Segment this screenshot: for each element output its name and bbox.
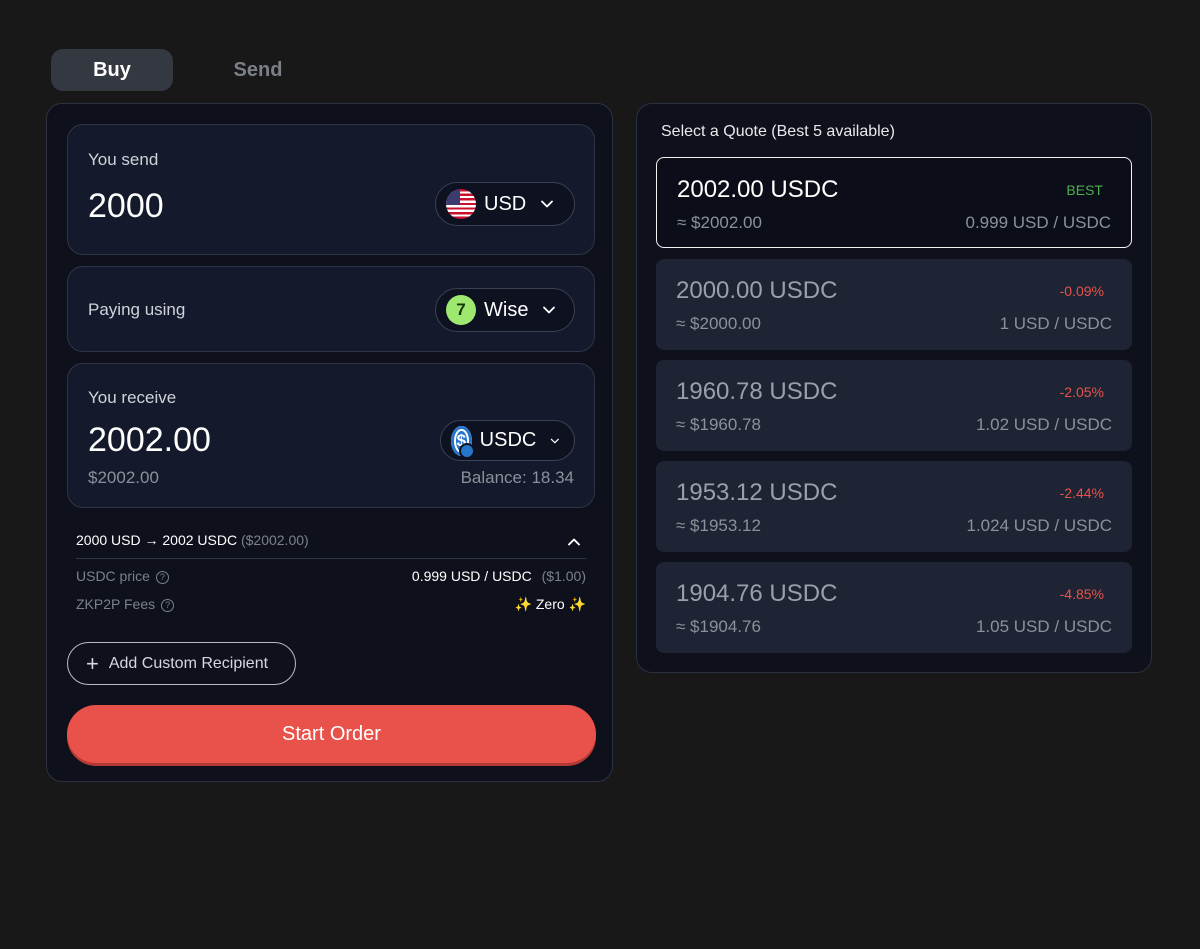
receive-amount: 2002.00 [88, 421, 211, 459]
send-box: You send 2000 USD [67, 124, 595, 255]
conversion-summary-usd: ($2002.00) [240, 532, 309, 548]
quote-card[interactable]: 1960.78 USDC -2.05% ≈ $1960.78 1.02 USD … [656, 360, 1132, 451]
details-toggle[interactable]: 2000 USD → 2002 USDC ($2002.00) [76, 532, 586, 559]
quote-amount: 2000.00 USDC [676, 277, 838, 304]
receive-currency-label: USDC [479, 429, 537, 451]
send-amount-input[interactable]: 2000 [88, 187, 164, 226]
quote-rate: 1 USD / USDC [999, 314, 1112, 333]
quote-rate: 0.999 USD / USDC [965, 213, 1112, 232]
quote-amount: 2002.00 USDC [677, 176, 839, 203]
quote-card[interactable]: 2002.00 USDC BEST ≈ $2002.00 0.999 USD /… [656, 157, 1132, 248]
fees-label: ZKP2P Fees [76, 596, 156, 612]
quote-badge: -4.85% [1059, 586, 1104, 602]
start-order-button[interactable]: Start Order [67, 705, 596, 763]
payment-box: Paying using 7 Wise [67, 266, 595, 352]
tab-send[interactable]: Send [197, 49, 319, 91]
quote-badge: BEST [1066, 182, 1103, 198]
quote-amount: 1953.12 USDC [676, 479, 838, 506]
plus-icon: + [86, 650, 99, 676]
quote-rate: 1.02 USD / USDC [975, 415, 1112, 434]
usdc-price-usd: ($1.00) [541, 568, 586, 584]
quote-card[interactable]: 1953.12 USDC -2.44% ≈ $1953.12 1.024 USD… [656, 461, 1132, 552]
chevron-up-icon[interactable] [566, 534, 582, 550]
order-panel: You send 2000 USD Paying using 7 Wise Yo… [46, 103, 613, 782]
fees-value: ✨ Zero ✨ [514, 596, 586, 612]
quote-usd: ≈ $1904.76 [676, 617, 761, 636]
quote-usd: ≈ $2000.00 [676, 314, 761, 333]
info-icon[interactable]: ? [155, 570, 169, 584]
quote-rate: 1.05 USD / USDC [975, 617, 1112, 636]
usdc-price-row: USDC price? 0.999 USD / USDC ($1.00) [76, 568, 586, 584]
quotes-panel: Select a Quote (Best 5 available) 2002.0… [636, 103, 1152, 673]
quote-badge: -2.44% [1059, 485, 1104, 501]
receive-label: You receive [88, 388, 177, 407]
wise-icon: 7 [446, 295, 476, 325]
quote-amount: 1960.78 USDC [676, 378, 838, 405]
quote-badge: -2.05% [1059, 384, 1104, 400]
quote-badge: -0.09% [1059, 283, 1104, 299]
quote-usd: ≈ $1960.78 [676, 415, 761, 434]
mode-tabs: Buy Send [51, 49, 343, 91]
chevron-down-icon [543, 306, 556, 314]
quotes-title: Select a Quote (Best 5 available) [661, 123, 895, 140]
quote-card[interactable]: 2000.00 USDC -0.09% ≈ $2000.00 1 USD / U… [656, 259, 1132, 350]
info-icon[interactable]: ? [161, 598, 175, 612]
quote-rate: 1.024 USD / USDC [966, 516, 1113, 535]
payment-label: Paying using [88, 300, 186, 319]
usdc-price-label: USDC price [76, 568, 150, 584]
quote-usd: ≈ $1953.12 [676, 516, 761, 535]
chevron-down-icon [541, 200, 554, 208]
fees-row: ZKP2P Fees? ✨ Zero ✨ [76, 596, 586, 612]
quote-usd: ≈ $2002.00 [677, 213, 762, 232]
chevron-down-icon [551, 438, 560, 443]
balance-text: Balance: 18.34 [460, 468, 574, 487]
send-currency-selector[interactable]: USD [435, 182, 575, 226]
usdc-icon: $ [451, 425, 475, 459]
add-custom-recipient-button[interactable]: + Add Custom Recipient [67, 642, 296, 685]
quote-amount: 1904.76 USDC [676, 580, 838, 607]
conversion-summary: 2000 USD → 2002 USDC [76, 532, 238, 548]
usdc-price-value: 0.999 USD / USDC [411, 568, 532, 584]
payment-method-label: Wise [484, 298, 529, 321]
add-custom-recipient-label: Add Custom Recipient [108, 654, 269, 672]
send-currency-label: USD [484, 192, 527, 215]
receive-box: You receive 2002.00 $ USDC $2002.00 Bala… [67, 363, 595, 508]
tab-buy[interactable]: Buy [51, 49, 173, 91]
payment-method-selector[interactable]: 7 Wise [435, 288, 575, 332]
receive-usd-value: $2002.00 [88, 468, 159, 487]
receive-currency-selector[interactable]: $ USDC [440, 420, 575, 461]
send-label: You send [88, 150, 159, 169]
quote-card[interactable]: 1904.76 USDC -4.85% ≈ $1904.76 1.05 USD … [656, 562, 1132, 653]
us-flag-icon [446, 189, 476, 219]
